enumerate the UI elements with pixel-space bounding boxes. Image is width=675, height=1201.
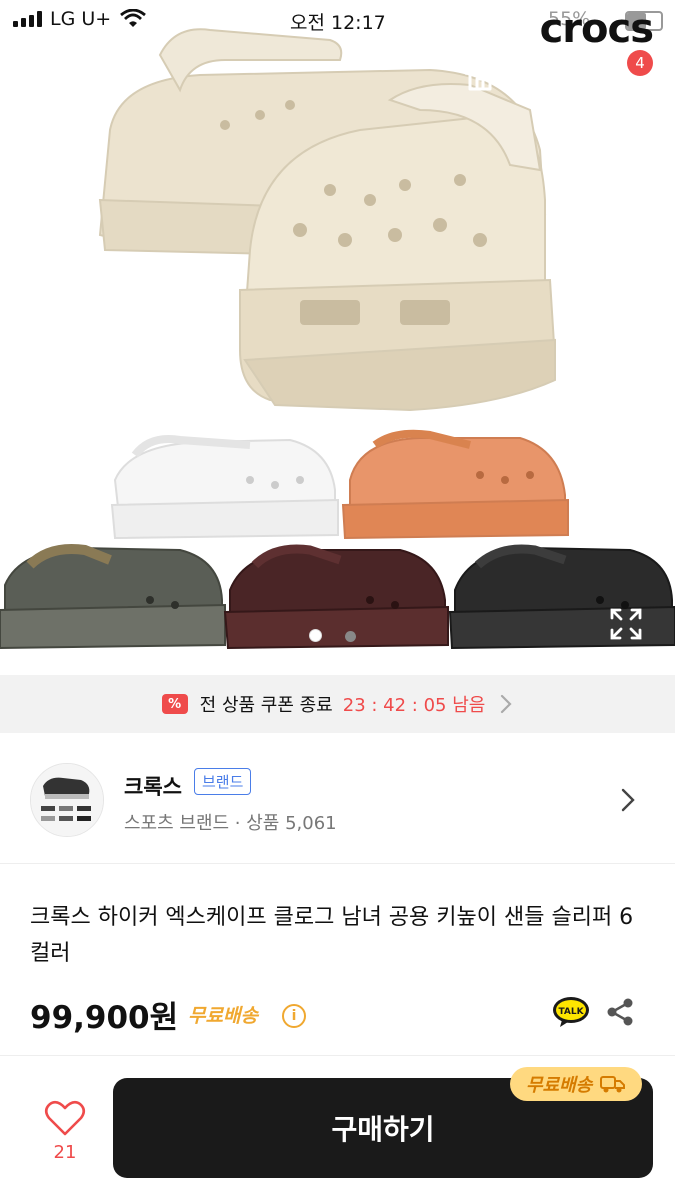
- product-photo: [0, 28, 675, 650]
- chevron-right-icon: [621, 788, 635, 812]
- back-button[interactable]: [25, 50, 75, 100]
- free-shipping-label: 무료배송: [188, 1005, 258, 1027]
- home-button[interactable]: [455, 50, 505, 100]
- product-image-gallery[interactable]: [0, 0, 675, 675]
- like-button[interactable]: [44, 1100, 86, 1140]
- expand-icon: [610, 608, 642, 640]
- product-price: 99,900원: [30, 1000, 179, 1036]
- carrier-label: LG U+: [50, 8, 112, 30]
- heart-icon: [44, 1100, 86, 1136]
- brand-logo: crocs: [539, 6, 654, 52]
- search-icon: [537, 59, 569, 91]
- gallery-dot[interactable]: [345, 631, 357, 642]
- coupon-text: 전 상품 쿠폰 종료: [199, 695, 333, 716]
- seller-subtitle: 스포츠 브랜드 · 상품 5,061: [124, 813, 337, 834]
- free-shipping-badge: 무료배송: [510, 1067, 643, 1101]
- like-count: 21: [53, 1142, 77, 1163]
- free-shipping-badge-label: 무료배송: [526, 1075, 593, 1096]
- coupon-timer: 23 : 42 : 05 남음: [342, 695, 486, 716]
- clock: 오전 12:17: [290, 12, 386, 34]
- kakao-talk-button[interactable]: TALK: [552, 996, 590, 1028]
- brand-badge: 브랜드: [194, 768, 252, 795]
- signal-icon: [13, 11, 43, 27]
- truck-icon: [600, 1076, 626, 1093]
- coupon-icon: %: [161, 694, 188, 714]
- seller-row[interactable]: 크록스 브랜드 스포츠 브랜드 · 상품 5,061: [0, 733, 675, 864]
- seller-name: 크록스: [124, 775, 182, 799]
- coupon-banner[interactable]: % 전 상품 쿠폰 종료 23 : 42 : 05 남음: [0, 675, 675, 733]
- wifi-icon: [120, 9, 146, 27]
- chevron-left-icon: [39, 58, 59, 92]
- home-icon: [464, 59, 496, 91]
- search-button[interactable]: [528, 50, 578, 100]
- share-button[interactable]: [605, 997, 635, 1027]
- gallery-dot-active[interactable]: [309, 629, 322, 642]
- gallery-pagination: [300, 627, 365, 646]
- chevron-right-icon: [501, 694, 512, 714]
- product-title: 크록스 하이커 엑스케이프 클로그 남녀 공용 키높이 샌들 슬리퍼 6컬러: [30, 905, 634, 966]
- fullscreen-button[interactable]: [608, 606, 644, 642]
- talk-icon: TALK: [553, 997, 589, 1027]
- cart-count-badge: 4: [627, 50, 653, 76]
- info-icon[interactable]: i: [282, 1004, 306, 1028]
- talk-label: TALK: [558, 1007, 584, 1017]
- share-icon: [607, 998, 633, 1026]
- seller-avatar: [30, 763, 104, 837]
